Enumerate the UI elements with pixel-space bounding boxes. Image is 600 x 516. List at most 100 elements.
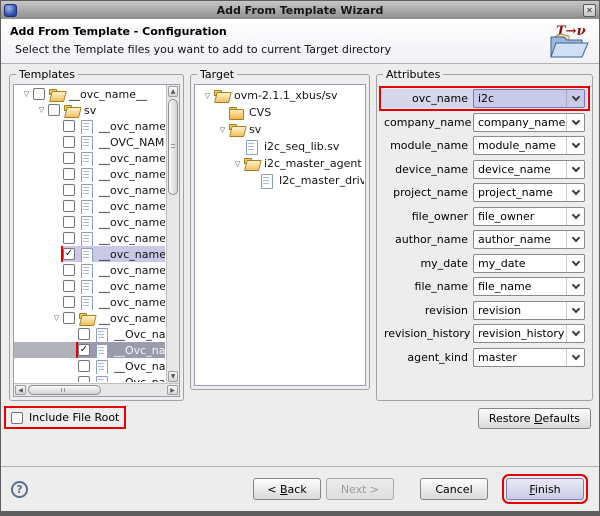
tree-item-checkbox[interactable]: ✓ xyxy=(63,248,75,260)
help-button[interactable]: ? xyxy=(11,481,28,498)
restore-defaults-button[interactable]: Restore Defaults xyxy=(478,408,591,429)
finish-button[interactable]: Finish xyxy=(506,478,584,500)
tree-item[interactable]: ▽ovm-2.1.1_xbus/sv xyxy=(195,87,364,104)
tree-item[interactable]: CVS xyxy=(195,104,364,121)
tree-item[interactable]: ▽sv xyxy=(195,121,364,138)
next-button[interactable]: Next > xyxy=(326,478,394,500)
attr-combo-revision[interactable]: revision xyxy=(473,301,585,320)
attr-combo-project_name[interactable]: project_name xyxy=(473,183,585,202)
tree-item-checkbox[interactable] xyxy=(63,184,75,196)
attr-combo-revision_history[interactable]: revision_history xyxy=(473,324,585,343)
dropdown-arrow-icon[interactable] xyxy=(566,137,584,154)
attr-combo-device_name[interactable]: device_name xyxy=(473,160,585,179)
back-button[interactable]: < Back xyxy=(253,478,321,500)
dropdown-arrow-icon[interactable] xyxy=(566,90,584,107)
tree-item[interactable]: ▽ __ovc_name____ag xyxy=(14,310,165,326)
tree-item[interactable]: __ovc_name___bus_ xyxy=(14,118,165,134)
tree-item-checkbox[interactable] xyxy=(78,328,90,340)
tree-item-checkbox[interactable] xyxy=(33,88,45,100)
tree-item-checkbox[interactable] xyxy=(63,152,75,164)
attr-combo-module_name[interactable]: module_name xyxy=(473,136,585,155)
tree-item[interactable]: ▽sv xyxy=(14,102,165,118)
tree-item[interactable]: __ovc_name___sequ xyxy=(14,214,165,230)
tree-item[interactable]: __ovc_name___bus_ xyxy=(14,182,165,198)
expander-open-icon[interactable]: ▽ xyxy=(216,122,229,138)
attr-combo-author_name[interactable]: author_name xyxy=(473,230,585,249)
attr-value: master xyxy=(474,351,566,364)
tree-item[interactable]: ✓__Ovc_name_____ xyxy=(14,342,165,358)
tree-item-checkbox[interactable] xyxy=(63,296,75,308)
tree-item[interactable]: ▽__ovc_name__ xyxy=(14,86,165,102)
scroll-right-icon[interactable]: ▶ xyxy=(167,385,178,395)
tree-item-label: __ovc_name____ag xyxy=(97,312,165,325)
scroll-up-icon[interactable]: ▲ xyxy=(168,86,178,97)
tree-item-checkbox[interactable] xyxy=(48,104,60,116)
attr-combo-file_name[interactable]: file_name xyxy=(473,277,585,296)
dropdown-arrow-icon[interactable] xyxy=(566,302,584,319)
horizontal-scrollbar[interactable]: ◀ ▶ xyxy=(14,383,179,396)
attr-combo-my_date[interactable]: my_date xyxy=(473,254,585,273)
include-file-root-option[interactable]: Include File Root xyxy=(8,410,122,425)
dropdown-arrow-icon[interactable] xyxy=(566,278,584,295)
tree-item-checkbox[interactable] xyxy=(63,216,75,228)
tree-item[interactable]: __ovc_name___inter xyxy=(14,230,165,246)
attr-combo-file_owner[interactable]: file_owner xyxy=(473,207,585,226)
horizontal-scrollbar-thumb[interactable] xyxy=(28,385,101,395)
tree-item-checkbox[interactable] xyxy=(63,168,75,180)
tree-item[interactable]: __Ovc_name_____ xyxy=(14,374,165,382)
dropdown-arrow-icon[interactable] xyxy=(566,184,584,201)
tree-item[interactable]: __ovc_name___inter xyxy=(14,262,165,278)
tree-item[interactable]: __Ovc_name_____ xyxy=(14,326,165,342)
tree-item[interactable]: __ovc_name___type xyxy=(14,150,165,166)
file-icon xyxy=(79,280,94,293)
tree-item[interactable]: __OVC_NAME___env xyxy=(14,134,165,150)
dropdown-arrow-icon[interactable] xyxy=(566,325,584,342)
close-button[interactable]: ✕ xyxy=(583,4,596,17)
dropdown-arrow-icon[interactable] xyxy=(566,208,584,225)
tree-item[interactable]: i2c_seq_lib.sv xyxy=(195,138,364,155)
dropdown-arrow-icon[interactable] xyxy=(566,255,584,272)
scroll-down-icon[interactable]: ▼ xyxy=(168,371,178,382)
tree-item-label: __ovc_name___inter xyxy=(97,264,165,277)
expander-open-icon[interactable]: ▽ xyxy=(35,102,48,118)
tree-item-checkbox[interactable] xyxy=(63,264,75,276)
tree-item-checkbox[interactable] xyxy=(78,376,90,382)
tree-item-label: __Ovc_name_____ xyxy=(112,328,165,341)
expander-open-icon[interactable]: ▽ xyxy=(50,310,63,326)
tree-item-checkbox[interactable] xyxy=(63,136,75,148)
dropdown-arrow-icon[interactable] xyxy=(566,231,584,248)
tree-item-checkbox[interactable] xyxy=(63,200,75,212)
tree-item-checkbox[interactable] xyxy=(78,360,90,372)
tree-item-checkbox[interactable]: ✓ xyxy=(78,344,90,356)
vertical-scrollbar-thumb[interactable] xyxy=(168,99,178,195)
expander-open-icon[interactable]: ▽ xyxy=(20,86,33,102)
include-file-root-checkbox[interactable] xyxy=(11,412,23,424)
attr-combo-ovc_name[interactable]: i2c xyxy=(473,89,585,108)
tree-item-label: __ovc_name___sequ xyxy=(97,216,165,229)
dropdown-arrow-icon[interactable] xyxy=(566,161,584,178)
tree-item[interactable]: ✓__ovc_name___seq_ xyxy=(14,246,165,262)
attr-combo-agent_kind[interactable]: master xyxy=(473,348,585,367)
expander-open-icon[interactable]: ▽ xyxy=(201,88,214,104)
tree-item-checkbox[interactable] xyxy=(63,232,75,244)
cancel-button[interactable]: Cancel xyxy=(420,478,488,500)
titlebar[interactable]: Add From Template Wizard ✕ xyxy=(1,1,599,19)
attr-combo-company_name[interactable]: company_name xyxy=(473,113,585,132)
tree-item[interactable]: __ovc_name__.svh xyxy=(14,294,165,310)
tree-item-label: __Ovc_name_____ xyxy=(112,360,165,373)
app-logo-icon xyxy=(4,4,17,17)
expander-open-icon[interactable]: ▽ xyxy=(231,156,244,172)
vertical-scrollbar[interactable]: ▲ ▼ xyxy=(166,85,179,383)
tree-item[interactable]: __ovc_name___env. xyxy=(14,166,165,182)
tree-item[interactable]: ▽i2c_master_agent xyxy=(195,155,364,172)
tree-item[interactable]: __ovc_name___tran xyxy=(14,198,165,214)
tree-item-checkbox[interactable] xyxy=(63,280,75,292)
scroll-left-icon[interactable]: ◀ xyxy=(15,385,26,395)
dropdown-arrow-icon[interactable] xyxy=(566,114,584,131)
tree-item-checkbox[interactable] xyxy=(63,312,75,324)
tree-item[interactable]: I2c_master_driver.sv xyxy=(195,172,364,189)
dropdown-arrow-icon[interactable] xyxy=(566,349,584,366)
tree-item[interactable]: __ovc_name___sequ xyxy=(14,278,165,294)
tree-item[interactable]: __Ovc_name_____ xyxy=(14,358,165,374)
tree-item-checkbox[interactable] xyxy=(63,120,75,132)
